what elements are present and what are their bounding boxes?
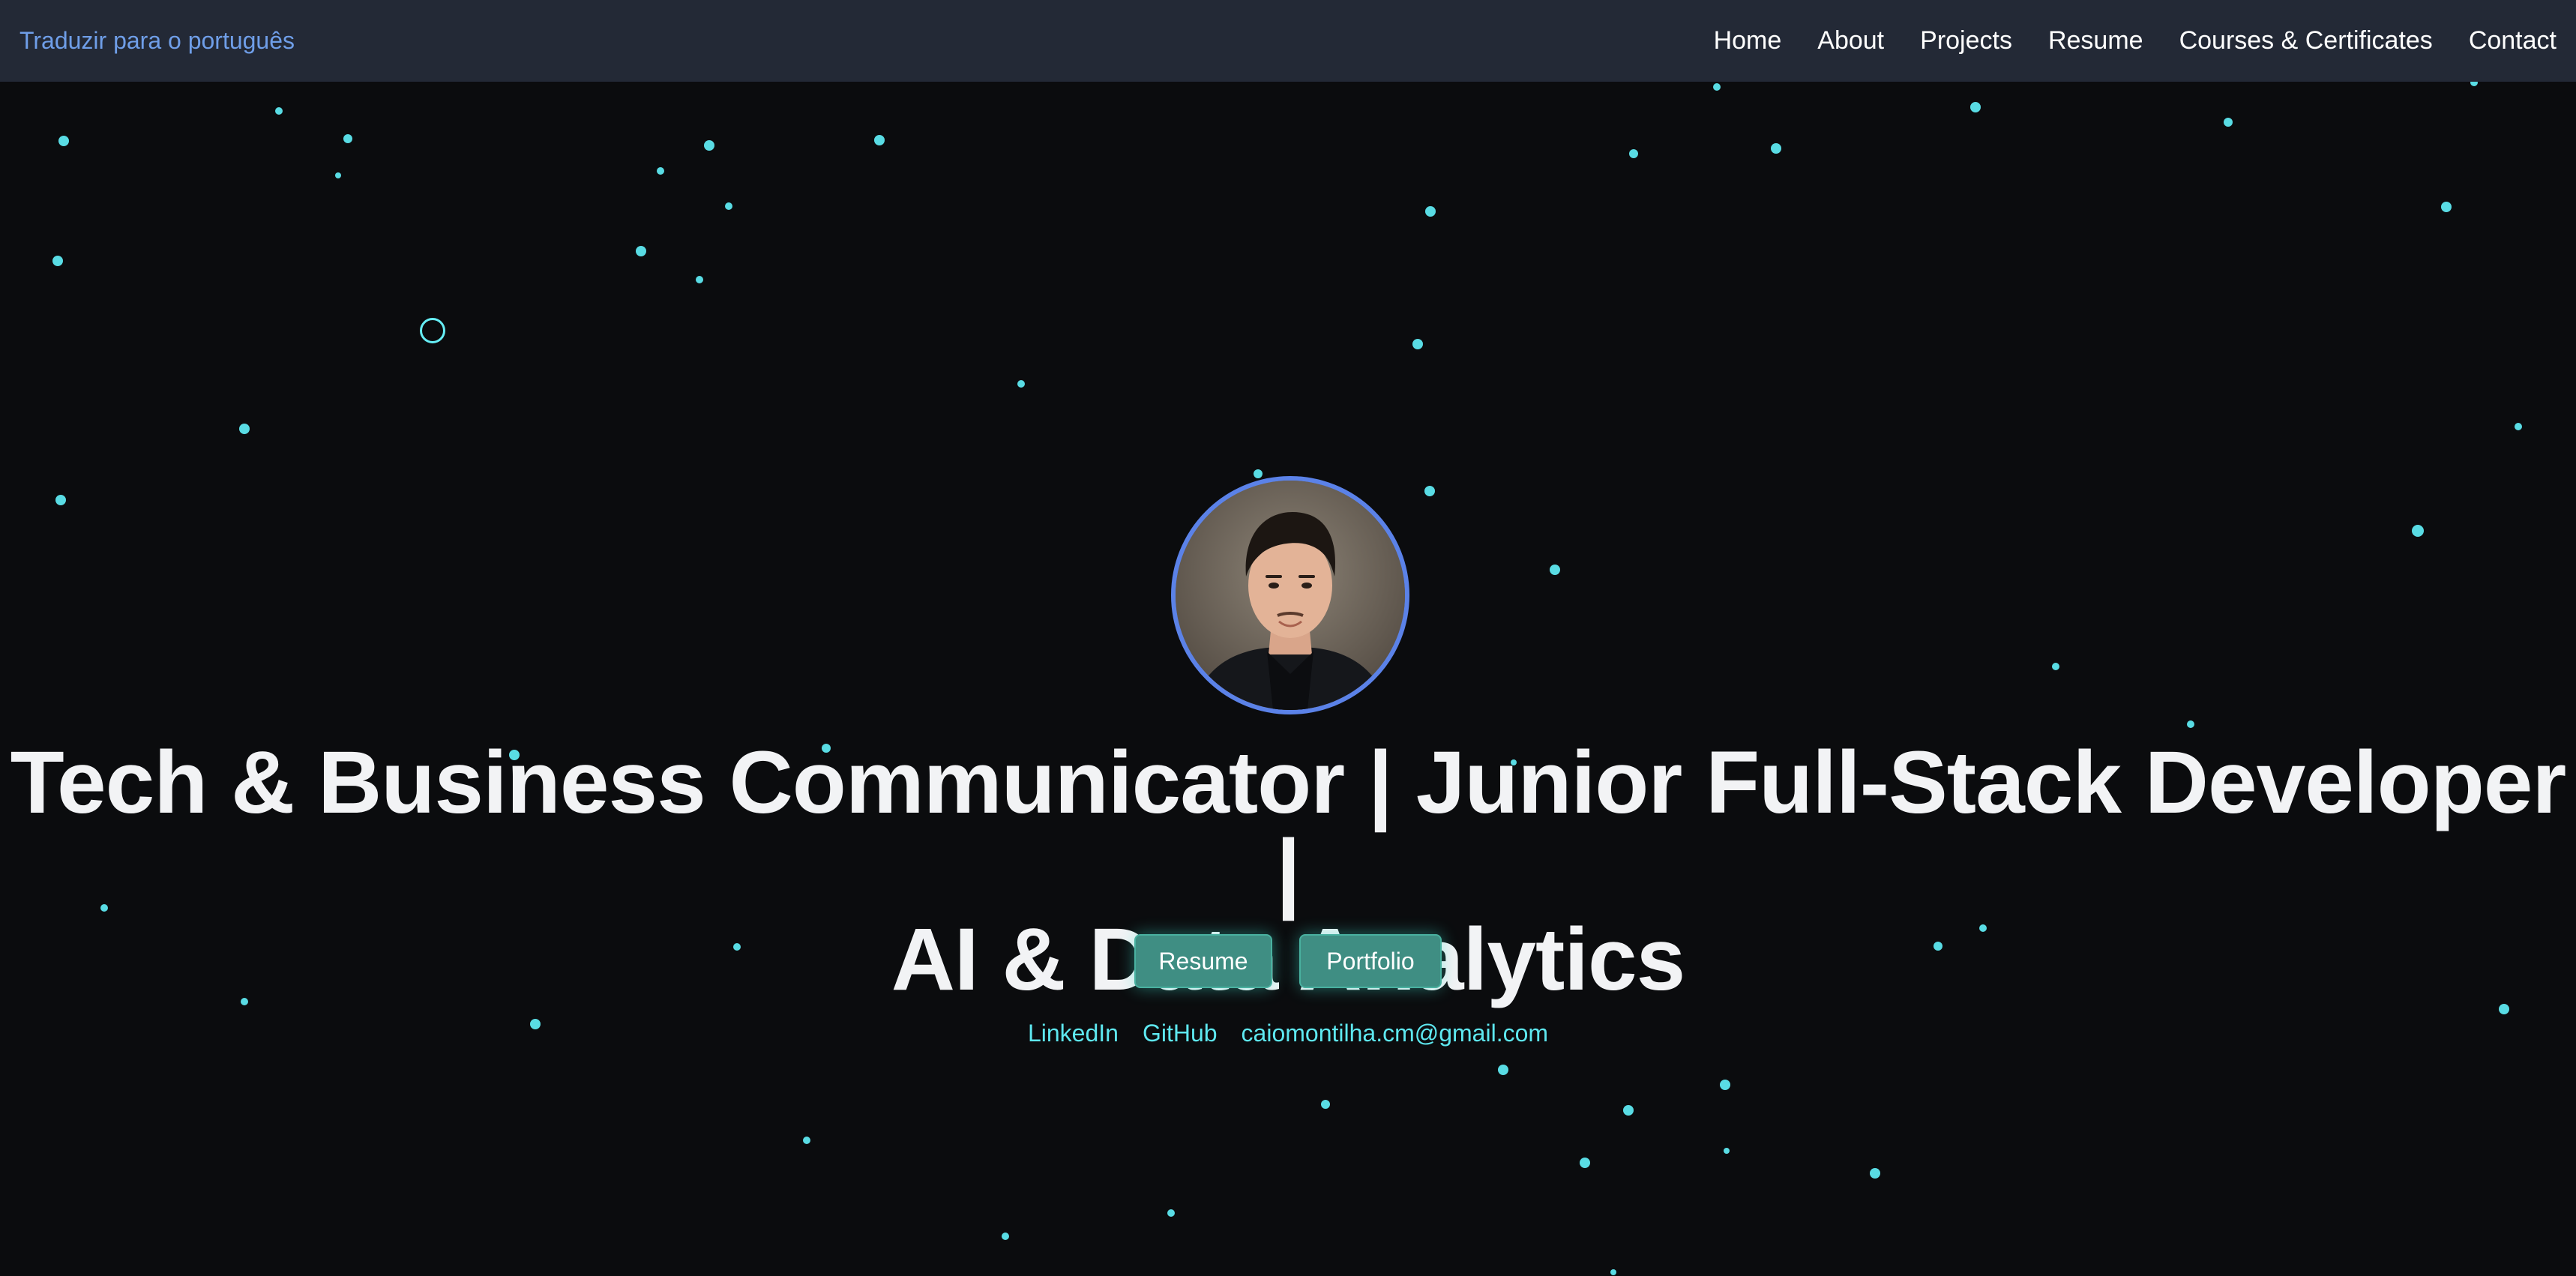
- portfolio-button[interactable]: Portfolio: [1299, 934, 1442, 988]
- avatar: [1171, 476, 1409, 714]
- headline-line-1: Tech & Business Communicator | Junior Fu…: [10, 733, 2567, 921]
- social-links: LinkedIn GitHub caiomontilha.cm@gmail.co…: [0, 1020, 2576, 1047]
- linkedin-link[interactable]: LinkedIn: [1028, 1020, 1119, 1047]
- cursor-ring-icon: [420, 318, 445, 343]
- page: Traduzir para o português Home About Pro…: [0, 0, 2576, 1276]
- resume-button[interactable]: Resume: [1134, 934, 1272, 988]
- nav-courses-certificates[interactable]: Courses & Certificates: [2179, 26, 2433, 55]
- nav-projects[interactable]: Projects: [1920, 26, 2012, 55]
- profile-photo: [1176, 481, 1405, 710]
- nav-about[interactable]: About: [1817, 26, 1884, 55]
- nav-contact[interactable]: Contact: [2469, 26, 2557, 55]
- github-link[interactable]: GitHub: [1143, 1020, 1218, 1047]
- nav-resume[interactable]: Resume: [2048, 26, 2143, 55]
- nav-home[interactable]: Home: [1714, 26, 1782, 55]
- hero-section: Tech & Business Communicator | Junior Fu…: [0, 0, 2576, 1276]
- translate-link[interactable]: Traduzir para o português: [19, 27, 295, 55]
- nav-links: Home About Projects Resume Courses & Cer…: [1714, 26, 2557, 55]
- navbar: Traduzir para o português Home About Pro…: [0, 0, 2576, 82]
- email-link[interactable]: caiomontilha.cm@gmail.com: [1242, 1020, 1549, 1047]
- cta-buttons: Resume Portfolio: [0, 934, 2576, 988]
